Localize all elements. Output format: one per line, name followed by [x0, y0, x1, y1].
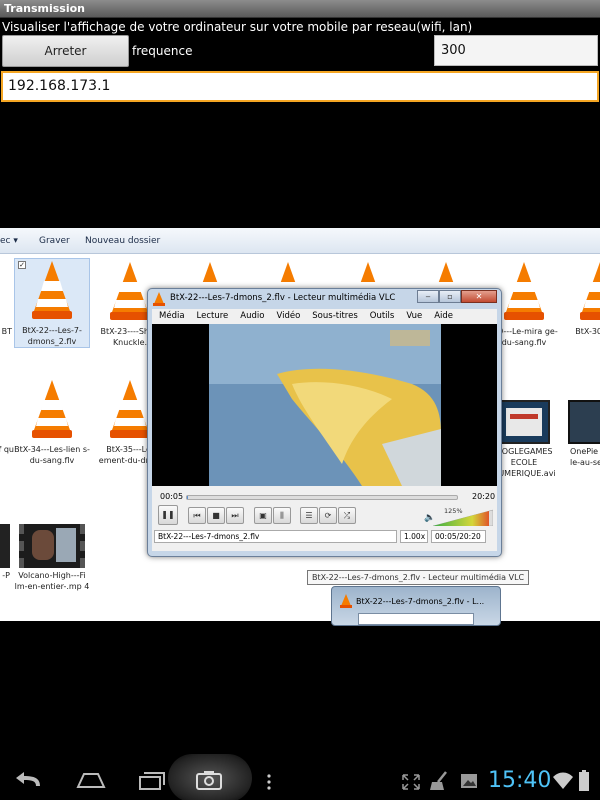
- vlc-titlebar[interactable]: BtX-22---Les-7-dmons_2.flv - Lecteur mul…: [148, 289, 501, 309]
- app-subtitle: Visualiser l'affichage de votre ordinate…: [2, 20, 473, 34]
- vlc-statusbar: BtX-22---Les-7-dmons_2.flv 1.00x 00:05/2…: [152, 530, 497, 544]
- broom-icon: [430, 771, 447, 790]
- playlist-icon[interactable]: ☰: [300, 507, 318, 524]
- seek-bar-fill: [187, 496, 189, 499]
- menu-audio[interactable]: Audio: [233, 309, 269, 324]
- menu-view[interactable]: Vue: [399, 309, 427, 324]
- back-icon[interactable]: [16, 772, 44, 790]
- file-item-selected[interactable]: ✓ BtX-22---Les-7-dmons_2.flv: [14, 258, 90, 348]
- maximize-icon[interactable]: ▫: [439, 290, 461, 303]
- vlc-cone-icon: [153, 292, 165, 306]
- file-label: BtX-30 de-lÉ: [575, 327, 600, 336]
- shuffle-icon[interactable]: ⤮: [338, 507, 356, 524]
- time-elapsed: 00:05: [160, 492, 184, 501]
- loop-icon[interactable]: ⟳: [319, 507, 337, 524]
- vlc-cone-icon: [340, 594, 352, 608]
- file-label: BtX-22---Les-7-dmons_2.flv: [22, 326, 82, 346]
- camera-icon[interactable]: [196, 770, 222, 790]
- equalizer-icon[interactable]: ⫼: [273, 507, 291, 524]
- fullscreen-arrows-icon: [402, 774, 420, 790]
- close-icon[interactable]: ✕: [461, 290, 497, 303]
- fullscreen-icon[interactable]: ▣: [254, 507, 272, 524]
- app-titlebar: Transmission: [0, 0, 600, 18]
- frequency-label: frequence: [132, 44, 193, 58]
- film-icon: [0, 524, 10, 568]
- video-thumbnail: [498, 400, 550, 444]
- file-label: BtX-34---Les-lien s-du-sang.flv: [14, 445, 90, 465]
- wifi-icon: [553, 772, 573, 789]
- film-icon: [19, 524, 85, 568]
- video-thumbnail: [568, 400, 600, 444]
- vlc-cone-icon: [110, 262, 150, 320]
- next-icon[interactable]: ⏭: [226, 507, 244, 524]
- video-frame-image: [152, 324, 497, 486]
- explorer-toolbar: ec ▾ Graver Nouveau dossier: [0, 228, 600, 254]
- ip-address-input[interactable]: 192.168.173.1: [1, 71, 599, 102]
- screen: Transmission Visualiser l'affichage de v…: [0, 0, 600, 800]
- vlc-cone-icon: [110, 380, 150, 438]
- vlc-cone-icon: [32, 380, 72, 438]
- volume-slider[interactable]: [433, 508, 493, 526]
- vlc-window[interactable]: BtX-22---Les-7-dmons_2.flv - Lecteur mul…: [147, 288, 502, 557]
- status-position[interactable]: 00:05/20:20: [431, 530, 486, 543]
- vlc-cone-icon: [580, 262, 600, 320]
- menu-media[interactable]: Média: [152, 309, 190, 324]
- home-icon[interactable]: [76, 772, 106, 788]
- vlc-menubar: Média Lecture Audio Vidéo Sous-titres Ou…: [152, 309, 497, 324]
- download-icon: [468, 770, 482, 790]
- android-navbar: 15:40: [0, 754, 600, 800]
- taskbar-preview[interactable]: BtX-22---Les-7-dmons_2.flv - L...: [331, 586, 501, 626]
- burn-button[interactable]: Graver: [39, 236, 70, 246]
- vlc-window-title: BtX-22---Les-7-dmons_2.flv - Lecteur mul…: [170, 293, 396, 303]
- status-filename: BtX-22---Les-7-dmons_2.flv: [154, 530, 397, 543]
- pause-icon[interactable]: ❚❚: [158, 505, 178, 525]
- menu-playback[interactable]: Lecture: [190, 309, 234, 324]
- status-speed[interactable]: 1.00x: [400, 530, 428, 543]
- stop-icon[interactable]: ■: [207, 507, 225, 524]
- app-title: Transmission: [4, 2, 86, 15]
- video-frame[interactable]: [152, 324, 497, 486]
- status-clock: 15:40: [488, 768, 552, 793]
- time-total: 20:20: [472, 492, 496, 501]
- previous-icon[interactable]: ⏮: [188, 507, 206, 524]
- menu-video[interactable]: Vidéo: [269, 309, 305, 324]
- more-options-icon[interactable]: [266, 774, 272, 790]
- vlc-controls: 00:05 20:20 ❚❚ ⏮ ■ ⏭ ▣ ⫼ ☰ ⟳ ⤮ 🔈 125% Bt…: [152, 486, 497, 551]
- taskbar-tooltip: BtX-22---Les-7-dmons_2.flv - Lecteur mul…: [307, 570, 530, 585]
- file-label: OnePie ronOma le-au-se pl: [570, 447, 600, 467]
- frequency-input[interactable]: 300: [434, 35, 598, 66]
- menu-subtitles[interactable]: Sous-titres: [305, 309, 362, 324]
- taskbar-preview-title: BtX-22---Les-7-dmons_2.flv - L...: [356, 597, 485, 606]
- file-label: Volcano-High---Fi lm-en-entier-.mp 4: [14, 571, 90, 591]
- minimize-icon[interactable]: ‒: [417, 290, 439, 303]
- window-controls: ‒ ▫ ✕: [417, 290, 497, 304]
- recent-apps-icon[interactable]: [138, 772, 166, 790]
- vlc-cone-icon: [32, 261, 72, 319]
- new-folder-button[interactable]: Nouveau dossier: [85, 236, 160, 246]
- file-item[interactable]: Volcano-High---Fi lm-en-entier-.mp 4: [14, 524, 90, 592]
- toolbar-share-menu[interactable]: ec ▾: [0, 236, 18, 246]
- seek-bar[interactable]: [186, 495, 458, 500]
- menu-tools[interactable]: Outils: [363, 309, 400, 324]
- checkbox-icon[interactable]: ✓: [18, 261, 26, 269]
- battery-icon: [579, 770, 589, 791]
- taskbar-preview-thumb: [358, 613, 474, 625]
- file-item[interactable]: OnePie ronOma le-au-se pl: [564, 400, 600, 468]
- file-item[interactable]: BtX-30 de-lÉ: [562, 260, 600, 337]
- file-item[interactable]: BtX-34---Les-lien s-du-sang.flv: [14, 378, 90, 466]
- menu-help[interactable]: Aide: [427, 309, 458, 324]
- vlc-cone-icon: [504, 262, 544, 320]
- stop-button[interactable]: Arreter: [2, 35, 129, 67]
